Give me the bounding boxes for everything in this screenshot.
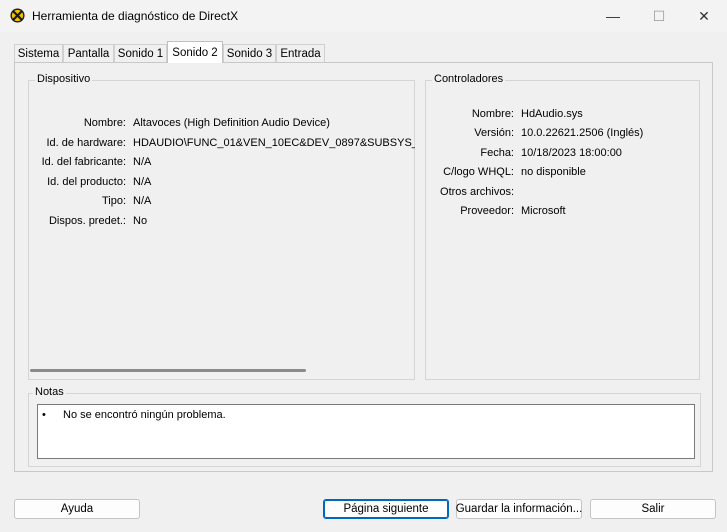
drivers-group-title: Controladores xyxy=(432,73,506,85)
whql-value: no disponible xyxy=(521,166,586,178)
tab-sonido-1[interactable]: Sonido 1 xyxy=(114,44,167,62)
driver-version-label: Versión: xyxy=(474,127,514,139)
title-bar: Herramienta de diagnóstico de DirectX — … xyxy=(0,0,727,32)
tab-sistema[interactable]: Sistema xyxy=(14,44,63,62)
device-name-value: Altavoces (High Definition Audio Device) xyxy=(133,117,330,129)
close-icon: ✕ xyxy=(698,7,710,24)
default-device-label: Dispos. predet.: xyxy=(48,215,126,227)
whql-label: C/logo WHQL: xyxy=(443,166,514,178)
manufacturer-id-value: N/A xyxy=(133,156,152,168)
driver-date-value: 10/18/2023 18:00:00 xyxy=(521,147,622,159)
exit-button[interactable]: Salir xyxy=(590,499,716,519)
type-value: N/A xyxy=(133,195,152,207)
directx-icon xyxy=(10,8,25,23)
driver-name-value: HdAudio.sys xyxy=(521,108,583,120)
bullet-icon: • xyxy=(42,409,46,421)
hardware-id-value: HDAUDIO\FUNC_01&VEN_10EC&DEV_0897&SUBSYS… xyxy=(133,137,415,149)
tab-pantalla[interactable]: Pantalla xyxy=(63,44,114,62)
notes-group-title: Notas xyxy=(33,386,66,398)
other-files-label: Otros archivos: xyxy=(440,186,514,198)
tab-sonido-3[interactable]: Sonido 3 xyxy=(223,44,276,62)
device-horizontal-scrollbar[interactable] xyxy=(30,369,306,372)
provider-value: Microsoft xyxy=(521,205,566,217)
default-device-value: No xyxy=(133,215,148,227)
hardware-id-label: Id. de hardware: xyxy=(46,137,127,149)
next-page-button[interactable]: Página siguiente xyxy=(323,499,449,519)
help-button[interactable]: Ayuda xyxy=(14,499,140,519)
type-label: Tipo: xyxy=(101,195,126,207)
driver-name-label: Nombre: xyxy=(471,108,514,120)
minimize-button[interactable]: — xyxy=(590,0,636,32)
maximize-icon: ☐ xyxy=(652,7,666,24)
note-item: No se encontró ningún problema. xyxy=(63,409,226,421)
drivers-group: Controladores xyxy=(425,73,700,380)
close-button[interactable]: ✕ xyxy=(681,0,727,32)
notes-textbox[interactable]: • No se encontró ningún problema. xyxy=(37,404,695,459)
product-id-value: N/A xyxy=(133,176,152,188)
window-title: Herramienta de diagnóstico de DirectX xyxy=(32,9,239,23)
provider-label: Proveedor: xyxy=(460,205,514,217)
minimize-icon: — xyxy=(606,8,620,24)
device-name-label: Nombre: xyxy=(83,117,126,129)
tab-sonido-2[interactable]: Sonido 2 xyxy=(167,41,223,63)
driver-version-value: 10.0.22621.2506 (Inglés) xyxy=(521,127,644,139)
maximize-button[interactable]: ☐ xyxy=(636,0,682,32)
tab-entrada[interactable]: Entrada xyxy=(276,44,325,62)
device-group-title: Dispositivo xyxy=(35,73,93,85)
driver-date-label: Fecha: xyxy=(480,147,514,159)
product-id-label: Id. del producto: xyxy=(47,176,126,188)
manufacturer-id-label: Id. del fabricante: xyxy=(41,156,126,168)
save-info-button[interactable]: Guardar la información... xyxy=(456,499,582,519)
